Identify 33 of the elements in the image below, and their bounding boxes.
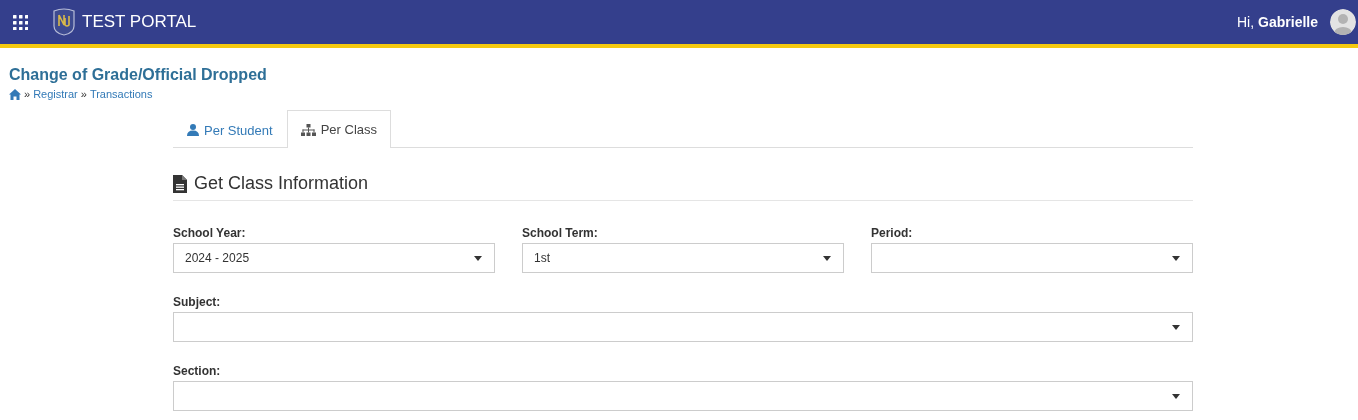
caret-icon [474,255,482,261]
greeting: Hi, [1236,14,1255,30]
breadcrumb-separator: » [24,88,31,100]
breadcrumb-link[interactable]: Transactions [89,88,153,100]
caret-icon [823,255,831,261]
field-label: Subject: [173,295,222,309]
dropdown-field[interactable]: 2024 - 2025 [173,243,495,273]
dropdown-field[interactable] [173,381,1193,411]
avatar-icon[interactable] [1330,9,1356,35]
dropdown-field[interactable] [871,243,1193,273]
caret-icon [1172,393,1180,399]
field-label: Period: [871,226,914,240]
user-name[interactable]: Gabrielle [1258,14,1318,30]
crest-logo-icon [52,8,76,36]
caret-icon [1172,324,1180,330]
dropdown-field[interactable] [173,312,1193,342]
document-icon [173,174,187,193]
field-label: School Year: [173,226,247,240]
caret-icon [1172,255,1180,261]
page-title: Change of Grade/Official Dropped [9,66,268,84]
breadcrumb-separator: » [80,88,87,100]
sitemap-icon [300,123,316,136]
user-icon [187,124,199,136]
portal-title: TEST PORTAL [82,12,197,32]
section-title: Get Class Information [194,173,369,194]
tab[interactable]: Per Student [173,111,287,148]
dropdown-field[interactable]: 1st [522,243,844,273]
breadcrumb-link[interactable]: Registrar [33,88,78,100]
home-icon[interactable] [9,88,21,100]
tab[interactable]: Per Class [286,110,391,148]
field-label: Section: [173,364,222,378]
field-label: School Term: [522,226,599,240]
apps-grid-icon[interactable] [12,14,28,30]
